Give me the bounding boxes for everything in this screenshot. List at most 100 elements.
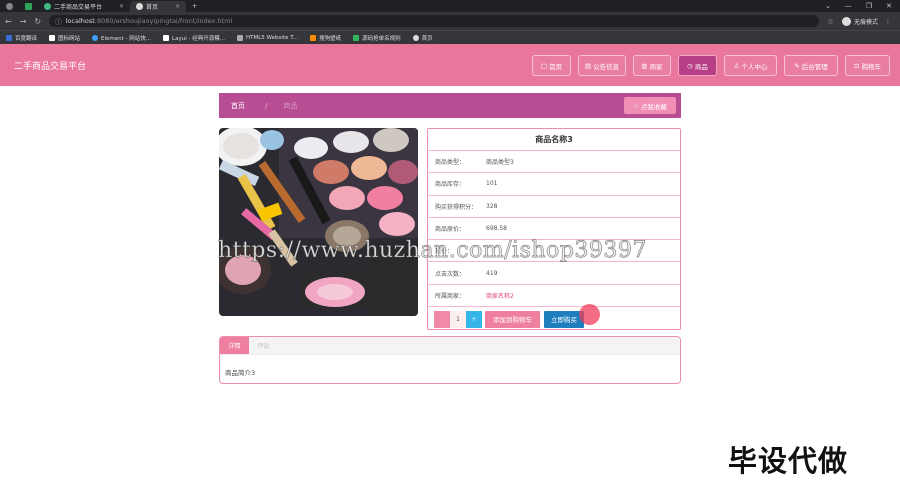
bookmark-item[interactable]: 图标网站 [49,34,80,42]
info-label: 商品类型： [435,159,466,167]
quantity-increase-button[interactable]: + [466,310,482,328]
add-to-cart-button[interactable]: 添加到购物车 [485,310,540,328]
browser-tab-system[interactable] [0,1,19,12]
nav-label: 商品 [694,62,708,71]
nav-label: 后台管理 [801,62,828,71]
bookmark-item[interactable]: 百度翻译 [6,34,37,42]
globe-icon [136,3,144,10]
bookmark-label: HTML5 Website T... [245,34,299,41]
watermark-text: https://www.huzhan.com/ishop39397 [218,238,647,263]
incognito-indicator[interactable]: 无痕模式 ⋮ [841,16,895,26]
nav-announcements[interactable]: ▤ 公告信息 [578,55,626,76]
breadcrumb: 首页 / 商品 ☆ 点我收藏 [219,93,681,118]
bookmark-icon [310,34,317,41]
bookmark-icon [236,34,243,41]
bookmark-label: 图标网站 [58,35,81,42]
restore-icon[interactable]: ❐ [866,2,872,10]
nav-label: 首页 [549,62,563,71]
info-label: 购买获得积分： [435,203,478,211]
reload-icon[interactable]: ↻ [34,17,41,26]
url-path: :8080/ershoujiaoyipingtai/front/index.ht… [94,17,233,25]
product-image [219,128,418,316]
bookmark-icon [6,34,12,41]
menu-icon[interactable]: ⋮ [885,18,891,25]
nav-cart[interactable]: ⊡ 购物车 [845,55,890,76]
forward-icon[interactable]: → [20,17,27,26]
stamp-text: 毕设代做 [728,444,849,478]
globe-icon [6,3,13,10]
nav-home[interactable]: □ 首页 [532,55,571,76]
tab-details[interactable]: 详情 [220,337,249,354]
browser-tab-label: 二手商品交易平台 [54,4,103,11]
bookmark-item[interactable]: HTML5 Website T... [236,34,299,41]
product-info-panel: 商品名称3 商品类型： 商品类型3 商品库存： 101 购买获得积分： 328 … [427,128,681,330]
breadcrumb-current: 商品 [283,101,298,110]
close-icon[interactable]: ✕ [119,3,124,10]
nav-merchants[interactable]: ▥ 商家 [633,55,671,76]
bookmark-item[interactable]: 源码抢单名规则 [353,34,401,42]
buy-now-button[interactable]: 立即购买 [544,310,584,328]
info-row-original-price: 商品原价： 698.58 [428,218,680,241]
bookmark-label: 首页 [421,35,433,42]
app-icon [25,3,32,10]
edit-icon: ✎ [794,61,800,70]
bookmarks-bar: 百度翻译 图标网站 Element - 网站快... Layui - 经典开源模… [0,30,900,44]
tab-comments[interactable]: 评论 [249,337,278,354]
url-input[interactable]: ⓘ localhost:8080/ershoujiaoyipingtai/fro… [49,15,819,27]
favorite-button[interactable]: ☆ 点我收藏 [624,97,676,114]
breadcrumb-separator: / [265,101,268,110]
address-bar-row: ← → ↻ ⓘ localhost:8080/ershoujiaoyipingt… [0,12,900,30]
info-label: 商品原价： [435,226,466,234]
bookmark-label: 搜狗壁纸 [319,35,342,42]
star-icon: ☆ [633,101,639,110]
incognito-label: 无痕模式 [853,18,878,26]
info-icon[interactable]: ⓘ [55,16,62,26]
info-value: 698.58 [486,225,507,233]
back-icon[interactable]: ← [5,17,12,26]
browser-tabbar: 二手商品交易平台 ✕ 首页 ✕ + ⌄ — ❐ ✕ [0,0,900,12]
bookmark-label: Element - 网站快... [101,35,152,42]
new-tab-button[interactable]: + [186,1,203,12]
info-row-clicks: 点击次数： 419 [428,262,680,285]
bookmark-item[interactable]: 首页 [412,34,433,42]
bookmark-item[interactable]: Layui - 经典开源模... [163,34,225,42]
browser-tab-home[interactable]: 首页 ✕ [130,1,187,12]
minimize-icon[interactable]: — [845,2,852,10]
vue-icon [44,3,51,10]
breadcrumb-home[interactable]: 首页 [231,101,245,111]
tab-search-icon[interactable]: ⌄ [825,2,831,10]
nav-label: 商家 [649,62,663,71]
close-window-icon[interactable]: ✕ [886,2,892,10]
info-label: 商品库存： [435,181,466,189]
browser-tab-system-2[interactable] [19,1,38,12]
bookmark-item[interactable]: Element - 网站快... [92,34,151,42]
close-icon[interactable]: ✕ [175,3,180,10]
news-icon: ▤ [584,61,592,70]
quantity-input[interactable]: 1 [450,310,466,328]
site-header: 二手商品交易平台 □ 首页 ▤ 公告信息 ▥ 商家 ◷ 商品 ♙ 个人中心 ✎ 后台管理 ⊡… [0,44,900,86]
globe-icon [412,34,419,41]
info-value: 328 [486,202,498,210]
detail-panel: 详情 评论 商品简介3 [219,336,681,384]
store-icon: ▥ [641,61,648,70]
merchant-link[interactable]: 商家名称2 [486,291,514,300]
product-photo [219,128,418,316]
star-icon[interactable]: ☆ [827,17,834,26]
nav-admin[interactable]: ✎ 后台管理 [784,55,838,76]
favorite-label: 点我收藏 [640,102,667,111]
bookmark-item[interactable]: 搜狗壁纸 [310,34,341,42]
window-controls: ⌄ — ❐ ✕ [825,2,900,10]
incognito-icon [841,16,851,26]
purchase-actions: 1 + 添加到购物车 立即购买 [428,307,680,331]
nav-profile[interactable]: ♙ 个人中心 [724,55,777,76]
url-host: localhost [65,17,95,25]
browser-tab-platform[interactable]: 二手商品交易平台 ✕ [38,1,130,12]
product-name: 商品名称3 [428,129,680,151]
cursor-highlight [579,304,600,325]
nav-label: 公告信息 [593,62,620,71]
info-value: 419 [486,269,498,277]
nav-products[interactable]: ◷ 商品 [678,55,717,76]
main-nav: □ 首页 ▤ 公告信息 ▥ 商家 ◷ 商品 ♙ 个人中心 ✎ 后台管理 ⊡ 购物车 [532,55,890,76]
site-title: 二手商品交易平台 [14,61,87,72]
quantity-decrease-button[interactable] [434,310,450,328]
